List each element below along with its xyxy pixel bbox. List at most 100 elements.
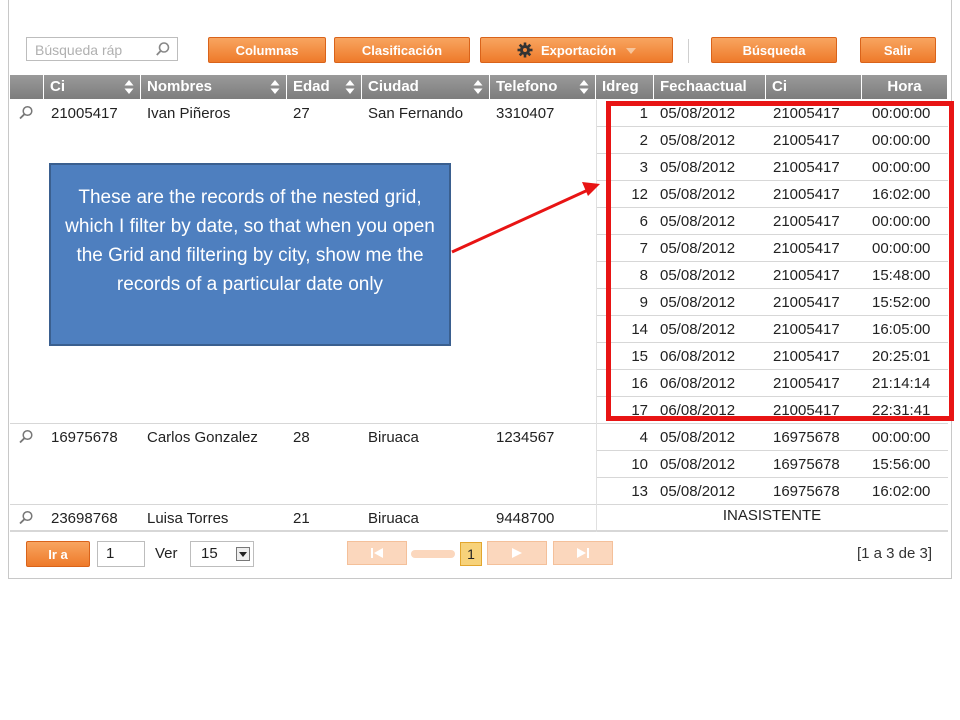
sub-cell-hora: 22:31:41 (872, 402, 931, 419)
cell-ciudad: San Fernando (368, 105, 464, 122)
sub-cell-ci: 21005417 (773, 321, 840, 338)
sub-cell-fecha: 05/08/2012 (660, 483, 736, 500)
header-nombres[interactable]: Nombres (141, 75, 287, 99)
sub-cell-ci: 21005417 (773, 375, 840, 392)
sort-icon[interactable] (473, 79, 483, 95)
sub-cell-idreg: 15 (631, 348, 648, 365)
sort-icon[interactable] (124, 79, 134, 95)
sub-cell-hora: 16:02:00 (872, 186, 931, 203)
search-icon[interactable] (155, 41, 171, 57)
record-range: [1 a 3 de 3] (856, 545, 932, 562)
sub-cell-status: INASISTENTE (722, 507, 822, 524)
sub-cell-ci: 21005417 (773, 132, 840, 149)
cell-telefono: 1234567 (496, 429, 555, 446)
header-expand-col (10, 75, 44, 99)
sub-cell-ci: 21005417 (773, 105, 840, 122)
cell-edad: 28 (293, 429, 310, 446)
header-fechaactual[interactable]: Fechaactual (654, 75, 766, 99)
quick-search-input[interactable] (33, 39, 155, 61)
current-page-indicator: 1 (460, 542, 482, 566)
sub-cell-ci: 21005417 (773, 294, 840, 311)
cell-telefono: 3310407 (496, 105, 555, 122)
search-button[interactable]: Búsqueda (711, 37, 837, 63)
page-size-value: 15 (201, 545, 218, 562)
annotation-callout: These are the records of the nested grid… (49, 163, 451, 346)
sub-cell-fecha: 05/08/2012 (660, 159, 736, 176)
cell-ciudad: Biruaca (368, 510, 419, 527)
header-idreg[interactable]: Idreg (596, 75, 654, 99)
header-ci[interactable]: Ci (44, 75, 141, 99)
sort-button[interactable]: Clasificación (334, 37, 470, 63)
expand-row-icon[interactable] (18, 429, 34, 445)
sub-cell-idreg: 10 (631, 456, 648, 473)
header-ciudad[interactable]: Ciudad (362, 75, 490, 99)
go-to-page-button[interactable]: Ir a (26, 541, 90, 567)
sub-cell-ci: 16975678 (773, 456, 840, 473)
header-sub-ci[interactable]: Ci (766, 75, 862, 99)
page-number-input[interactable]: 1 (97, 541, 145, 567)
first-page-button[interactable] (347, 541, 407, 565)
sub-cell-fecha: 05/08/2012 (660, 105, 736, 122)
subgrid-left-border (596, 100, 597, 532)
sub-cell-idreg: 12 (631, 186, 648, 203)
cell-nombres: Carlos Gonzalez (147, 429, 258, 446)
cell-ci: 16975678 (51, 429, 118, 446)
sub-cell-ci: 21005417 (773, 348, 840, 365)
header-ci-label: Ci (50, 78, 65, 95)
cell-telefono: 9448700 (496, 510, 555, 527)
last-page-icon (577, 548, 589, 558)
sub-cell-fecha: 05/08/2012 (660, 240, 736, 257)
page-size-select[interactable]: 15 (190, 541, 254, 567)
cell-ci: 21005417 (51, 105, 118, 122)
header-telefono[interactable]: Telefono (490, 75, 596, 99)
sub-cell-hora: 00:00:00 (872, 240, 931, 257)
toolbar-divider (688, 39, 689, 63)
exit-button[interactable]: Salir (860, 37, 936, 63)
header-edad[interactable]: Edad (287, 75, 362, 99)
sub-cell-ci: 21005417 (773, 402, 840, 419)
sub-cell-hora: 16:02:00 (872, 483, 931, 500)
export-label: Exportación (540, 43, 617, 58)
sub-cell-idreg: 4 (639, 429, 648, 446)
next-page-icon (512, 548, 522, 558)
dropdown-arrow-icon[interactable] (236, 547, 250, 561)
sub-cell-idreg: 1 (639, 105, 648, 122)
cell-ciudad: Biruaca (368, 429, 419, 446)
sub-cell-idreg: 2 (639, 132, 648, 149)
sub-cell-idreg: 6 (639, 213, 648, 230)
sort-icon[interactable] (579, 79, 589, 95)
sub-cell-ci: 21005417 (773, 213, 840, 230)
last-page-button[interactable] (553, 541, 613, 565)
sort-icon[interactable] (270, 79, 280, 95)
first-page-icon (371, 548, 383, 558)
sub-cell-ci: 16975678 (773, 483, 840, 500)
sub-cell-hora: 00:00:00 (872, 132, 931, 149)
sub-cell-hora: 21:14:14 (872, 375, 931, 392)
next-page-button[interactable] (487, 541, 547, 565)
export-button[interactable]: Exportación (480, 37, 673, 63)
sub-cell-hora: 15:52:00 (872, 294, 931, 311)
expand-row-icon[interactable] (18, 510, 34, 526)
cell-nombres: Ivan Piñeros (147, 105, 231, 122)
sort-icon[interactable] (345, 79, 355, 95)
header-nombres-label: Nombres (147, 78, 213, 95)
header-hora[interactable]: Hora (862, 75, 948, 99)
view-label: Ver (155, 545, 178, 562)
cell-ci: 23698768 (51, 510, 118, 527)
cell-edad: 27 (293, 105, 310, 122)
sub-cell-idreg: 13 (631, 483, 648, 500)
sub-cell-hora: 00:00:00 (872, 159, 931, 176)
sub-cell-fecha: 05/08/2012 (660, 321, 736, 338)
header-edad-label: Edad (293, 78, 330, 95)
sub-cell-idreg: 8 (639, 267, 648, 284)
sub-cell-fecha: 05/08/2012 (660, 213, 736, 230)
sub-cell-idreg: 17 (631, 402, 648, 419)
header-telefono-label: Telefono (496, 78, 558, 95)
sub-cell-hora: 00:00:00 (872, 429, 931, 446)
expand-row-icon[interactable] (18, 105, 34, 121)
columns-button[interactable]: Columnas (208, 37, 326, 63)
header-ciudad-label: Ciudad (368, 78, 419, 95)
sub-cell-hora: 00:00:00 (872, 105, 931, 122)
cell-nombres: Luisa Torres (147, 510, 229, 527)
quick-search-box[interactable] (26, 37, 178, 61)
